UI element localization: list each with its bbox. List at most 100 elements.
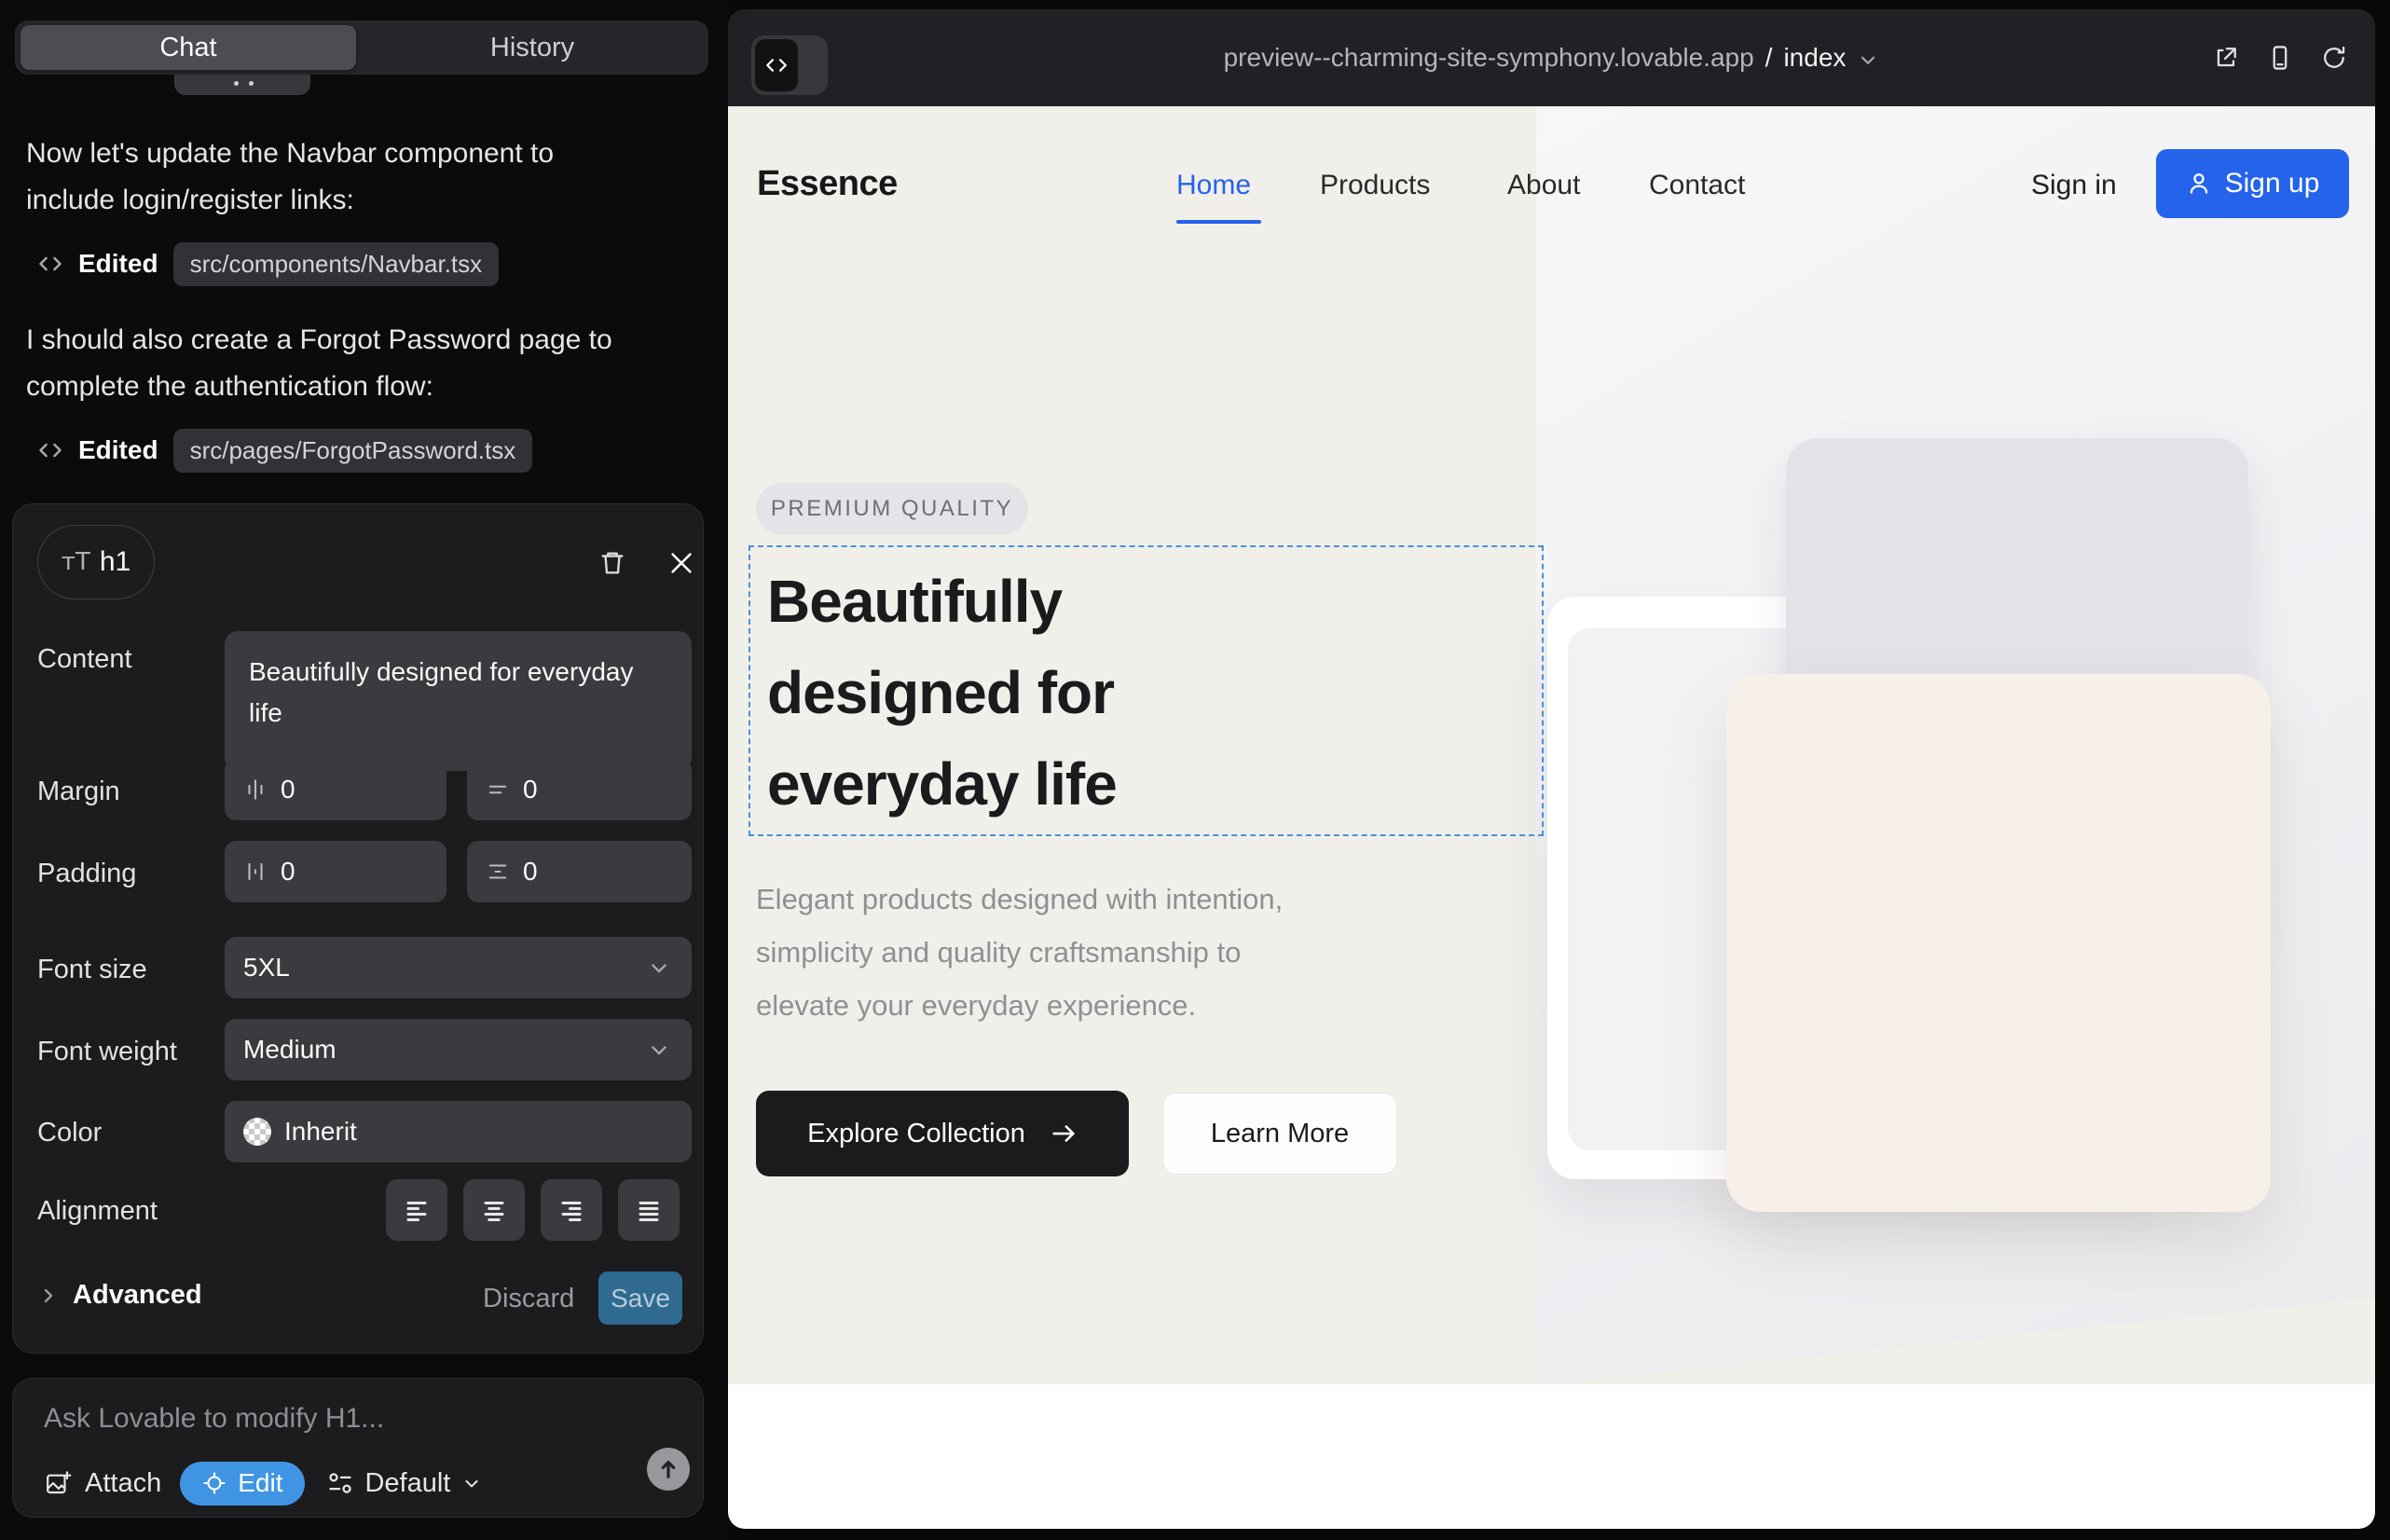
mobile-view-icon[interactable] <box>2265 43 2295 73</box>
sign-up-button[interactable]: Sign up <box>2156 149 2349 218</box>
arrow-right-icon <box>1050 1120 1078 1148</box>
refresh-icon[interactable] <box>2319 43 2349 73</box>
edited-file-row: Edited src/pages/ForgotPassword.tsx <box>37 427 532 474</box>
sliders-icon <box>327 1470 353 1496</box>
font-size-value: 5XL <box>243 953 290 983</box>
assistant-message: Now let's update the Navbar component to… <box>26 131 646 224</box>
hero-paragraph-line: Elegant products designed with intention… <box>756 873 1283 926</box>
margin-y-input[interactable]: 0 <box>467 759 692 820</box>
nav-link-home[interactable]: Home <box>1176 170 1251 201</box>
assistant-message: I should also create a Forgot Password p… <box>26 317 646 410</box>
margin-y-value: 0 <box>523 775 538 804</box>
tab-chat[interactable]: Chat <box>21 25 356 70</box>
chat-composer[interactable]: Ask Lovable to modify H1... Attach Edit … <box>12 1378 704 1518</box>
edited-label: Edited <box>78 249 158 279</box>
code-preview-toggle[interactable] <box>751 35 828 95</box>
padding-x-icon <box>243 859 268 884</box>
edited-file-row: Edited src/components/Navbar.tsx <box>37 241 499 287</box>
code-icon <box>37 251 63 277</box>
nav-link-about[interactable]: About <box>1507 170 1580 201</box>
open-external-icon[interactable] <box>2211 43 2241 73</box>
advanced-toggle[interactable]: Advanced <box>37 1280 202 1311</box>
explore-collection-label: Explore Collection <box>807 1119 1025 1149</box>
clipped-scrolled-badge <box>174 75 310 95</box>
site-logo[interactable]: Essence <box>757 164 898 204</box>
composer-placeholder[interactable]: Ask Lovable to modify H1... <box>44 1403 384 1435</box>
padding-y-value: 0 <box>523 857 538 887</box>
element-editor-panel: тT h1 Content Beautifully designed for e… <box>12 503 704 1354</box>
sign-in-link[interactable]: Sign in <box>2031 170 2117 201</box>
hero-heading[interactable]: Beautifully designed for everyday life <box>767 556 1117 830</box>
element-tag-label: h1 <box>100 546 130 578</box>
learn-more-button[interactable]: Learn More <box>1162 1093 1397 1175</box>
nav-link-products[interactable]: Products <box>1320 170 1430 201</box>
crosshair-icon <box>202 1471 227 1495</box>
url-separator: / <box>1765 43 1773 73</box>
send-button[interactable] <box>647 1448 690 1491</box>
chevron-down-icon <box>647 956 671 980</box>
premium-quality-badge: PREMIUM QUALITY <box>756 483 1028 535</box>
padding-label: Padding <box>37 859 136 889</box>
element-tag-badge[interactable]: тT h1 <box>37 525 155 599</box>
align-center-button[interactable] <box>463 1179 525 1241</box>
code-icon <box>755 39 798 91</box>
chevron-right-icon <box>37 1285 60 1307</box>
color-select[interactable]: Inherit <box>225 1101 692 1162</box>
attach-label: Attach <box>85 1468 161 1499</box>
color-swatch-transparent <box>243 1118 271 1146</box>
hero-paragraph: Elegant products designed with intention… <box>756 873 1283 1032</box>
align-left-button[interactable] <box>386 1179 447 1241</box>
nav-active-underline <box>1176 220 1261 224</box>
edit-mode-button[interactable]: Edit <box>180 1462 305 1506</box>
attach-button[interactable]: Attach <box>44 1468 161 1499</box>
font-weight-select[interactable]: Medium <box>225 1019 692 1080</box>
mode-label: Default <box>364 1468 450 1499</box>
padding-y-icon <box>486 859 510 884</box>
margin-y-icon <box>486 777 510 802</box>
chat-history-tabbar: Chat History <box>15 21 708 75</box>
delete-element-button[interactable] <box>598 549 626 577</box>
user-icon <box>2186 171 2212 197</box>
align-justify-button[interactable] <box>618 1179 680 1241</box>
nav-link-contact[interactable]: Contact <box>1649 170 1745 201</box>
browser-chrome: preview--charming-site-symphony.lovable.… <box>728 9 2375 106</box>
chat-sidebar: Chat History Now let's update the Navbar… <box>0 0 728 1540</box>
hero-paragraph-line: elevate your everyday experience. <box>756 979 1283 1032</box>
font-size-label: Font size <box>37 955 147 985</box>
site-canvas: Essence Home Products About Contact Sign… <box>728 106 2375 1529</box>
mode-select[interactable]: Default <box>327 1468 482 1499</box>
attach-image-icon <box>44 1469 72 1497</box>
margin-x-value: 0 <box>281 775 295 804</box>
code-icon <box>37 437 63 463</box>
file-chip[interactable]: src/pages/ForgotPassword.tsx <box>173 429 533 473</box>
discard-button[interactable]: Discard <box>483 1284 574 1314</box>
close-editor-button[interactable] <box>667 549 695 577</box>
decor-card-cream <box>1726 674 2271 1212</box>
url-page: index <box>1783 43 1846 73</box>
align-right-button[interactable] <box>541 1179 602 1241</box>
padding-x-input[interactable]: 0 <box>225 841 446 902</box>
composer-toolbar: Attach Edit Default <box>44 1461 482 1506</box>
tab-history[interactable]: History <box>356 33 708 63</box>
file-chip[interactable]: src/components/Navbar.tsx <box>173 242 500 286</box>
font-weight-label: Font weight <box>37 1037 177 1067</box>
hero-heading-line: everyday life <box>767 738 1117 830</box>
chevron-down-icon <box>1857 48 1879 71</box>
save-button[interactable]: Save <box>598 1272 682 1325</box>
margin-x-input[interactable]: 0 <box>225 759 446 820</box>
explore-collection-button[interactable]: Explore Collection <box>756 1091 1129 1176</box>
hero-heading-line: Beautifully <box>767 556 1117 647</box>
color-label: Color <box>37 1118 102 1148</box>
content-input[interactable]: Beautifully designed for everyday life <box>225 631 692 771</box>
padding-y-input[interactable]: 0 <box>467 841 692 902</box>
url-bar[interactable]: preview--charming-site-symphony.lovable.… <box>728 9 2375 106</box>
chevron-down-icon <box>647 1038 671 1062</box>
content-label: Content <box>37 644 132 675</box>
margin-x-icon <box>243 777 268 802</box>
color-value: Inherit <box>284 1117 357 1147</box>
hero-paragraph-line: simplicity and quality craftsmanship to <box>756 926 1283 979</box>
margin-label: Margin <box>37 777 120 807</box>
chrome-actions <box>2211 9 2349 106</box>
font-size-select[interactable]: 5XL <box>225 937 692 998</box>
advanced-label: Advanced <box>73 1280 202 1311</box>
